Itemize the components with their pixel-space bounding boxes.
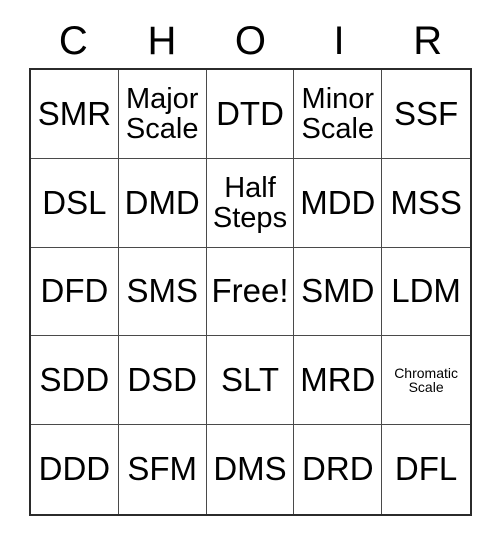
bingo-cell-r1c2[interactable]: Major Scale [118,70,207,159]
bingo-cell-label: DFL [394,450,458,488]
bingo-cell-r3c2[interactable]: SMS [118,247,207,337]
bingo-cell-label: DTD [216,94,284,132]
bingo-cell-label: SDD [39,361,110,399]
bingo-cell-r1c3[interactable]: DTD [206,70,295,159]
bingo-cell-label: DMD [124,183,200,221]
bingo-cell-r5c2[interactable]: SFM [119,425,207,514]
bingo-cell-label: DSD [127,361,198,399]
bingo-cell-label: DFD [40,272,109,310]
bingo-cell-r2c2[interactable]: DMD [118,158,207,248]
bingo-cell-r1c1[interactable]: SMR [31,70,119,159]
bingo-cell-label: Free! [211,272,289,310]
bingo-cell-r1c5[interactable]: SSF [382,70,470,159]
bingo-cell-label: SMD [301,272,375,310]
bingo-cell-label: Chromatic Scale [394,364,458,396]
bingo-cell-r5c1[interactable]: DDD [31,425,119,514]
bingo-cell-r4c3[interactable]: SLT [206,336,295,426]
bingo-cell-r3c4[interactable]: SMD [294,247,383,337]
bingo-cell-r4c2[interactable]: DSD [118,336,207,426]
bingo-cell-r2c5[interactable]: MSS [382,159,470,248]
bingo-cell-r1c4[interactable]: Minor Scale [294,70,383,159]
bingo-header-letter-3: O [234,19,267,63]
bingo-cell-r4c4[interactable]: MRD [294,336,383,426]
bingo-cell-label: SLT [220,361,280,399]
bingo-cell-r5c4[interactable]: DRD [294,425,383,514]
bingo-cell-r4c5[interactable]: Chromatic Scale [382,336,470,426]
bingo-cell-label: MRD [300,361,376,399]
bingo-cell-r3c5[interactable]: LDM [382,248,470,337]
bingo-cell-r3c1[interactable]: DFD [31,247,119,337]
bingo-grid: SMR Major Scale DTD Minor Scale SSF DSL DMD Hal… [29,68,472,516]
bingo-cell-label: DSL [42,183,107,221]
bingo-header-letters: CHOIR [29,14,472,68]
bingo-cell-label: MSS [390,183,462,221]
bingo-cell-label: Minor Scale [301,82,375,145]
bingo-cell-label: SMR [37,94,112,132]
bingo-cell-r5c5[interactable]: DFL [382,425,470,514]
bingo-cell-r5c3[interactable]: DMS [207,425,295,514]
bingo-cell-label: DRD [302,450,374,488]
bingo-header-letter-2: H [147,19,177,63]
bingo-cell-label: DMS [213,450,287,488]
bingo-header-letter-4: I [333,19,345,63]
bingo-header-letter-1: C [58,19,88,63]
bingo-cell-label: SSF [394,94,459,132]
bingo-cell-label: Major Scale [125,82,199,145]
bingo-cell-label: SFM [127,450,198,488]
bingo-cell-label: DDD [38,450,111,488]
bingo-cell-r4c1[interactable]: SDD [31,336,119,426]
bingo-cell-r3c3[interactable]: Free! [206,247,295,337]
bingo-card: C H O I R SMR Major Scale DTD Minor Scale SSF DSL… [0,0,500,544]
bingo-cell-label: SMS [126,272,198,310]
bingo-cell-label: Half Steps [212,171,288,234]
bingo-header-letter-5: R [413,19,443,63]
bingo-cell-label: MDD [300,183,376,221]
bingo-cell-r2c1[interactable]: DSL [31,158,119,248]
bingo-cell-r2c3[interactable]: Half Steps [206,158,295,248]
bingo-cell-label: LDM [391,272,461,310]
bingo-cell-r2c4[interactable]: MDD [294,158,383,248]
